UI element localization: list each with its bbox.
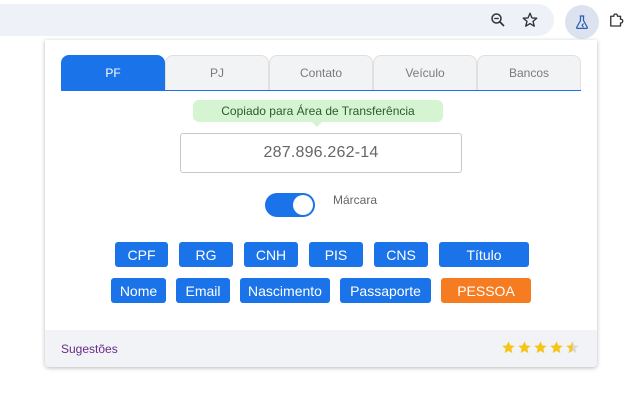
cpf-button[interactable]: CPF	[115, 242, 168, 267]
tab-bar: PF PJ Contato Veículo Bancos	[61, 55, 581, 91]
email-button[interactable]: Email	[176, 278, 230, 303]
toggle-knob	[293, 195, 313, 215]
nome-button[interactable]: Nome	[111, 278, 166, 303]
extension-active-icon[interactable]	[565, 5, 599, 39]
rating-stars[interactable]	[501, 340, 580, 355]
tab-veiculo[interactable]: Veículo	[373, 55, 477, 90]
mask-toggle-label: Márcara	[333, 193, 378, 207]
extension-popup: PF PJ Contato Veículo Bancos Copiado par…	[45, 40, 597, 367]
tab-pf[interactable]: PF	[61, 55, 165, 90]
tab-pj[interactable]: PJ	[165, 55, 269, 90]
cnh-button[interactable]: CNH	[244, 242, 298, 267]
mask-toggle[interactable]	[265, 193, 315, 217]
half-star-icon[interactable]	[565, 340, 580, 355]
rg-button[interactable]: RG	[179, 242, 233, 267]
zoom-icon[interactable]	[484, 6, 512, 34]
star-icon[interactable]	[517, 340, 532, 355]
cns-button[interactable]: CNS	[374, 242, 428, 267]
browser-toolbar	[0, 0, 640, 40]
generated-value-field[interactable]: 287.896.262-14	[180, 133, 462, 173]
tab-bancos[interactable]: Bancos	[477, 55, 581, 90]
star-icon[interactable]	[533, 340, 548, 355]
popup-footer: Sugestões	[45, 330, 597, 367]
bookmark-star-icon[interactable]	[516, 6, 544, 34]
titulo-button[interactable]: Título	[439, 242, 529, 267]
puzzle-icon[interactable]	[602, 6, 630, 34]
star-icon[interactable]	[549, 340, 564, 355]
pessoa-button[interactable]: PESSOA	[441, 278, 531, 303]
address-bar[interactable]	[0, 4, 554, 36]
suggestions-link[interactable]: Sugestões	[61, 342, 118, 356]
copied-tooltip: Copiado para Área de Transferência	[193, 100, 443, 127]
star-icon[interactable]	[501, 340, 516, 355]
nascimento-button[interactable]: Nascimento	[240, 278, 330, 303]
passaporte-button[interactable]: Passaporte	[340, 278, 431, 303]
pis-button[interactable]: PIS	[309, 242, 363, 267]
tab-contato[interactable]: Contato	[269, 55, 373, 90]
